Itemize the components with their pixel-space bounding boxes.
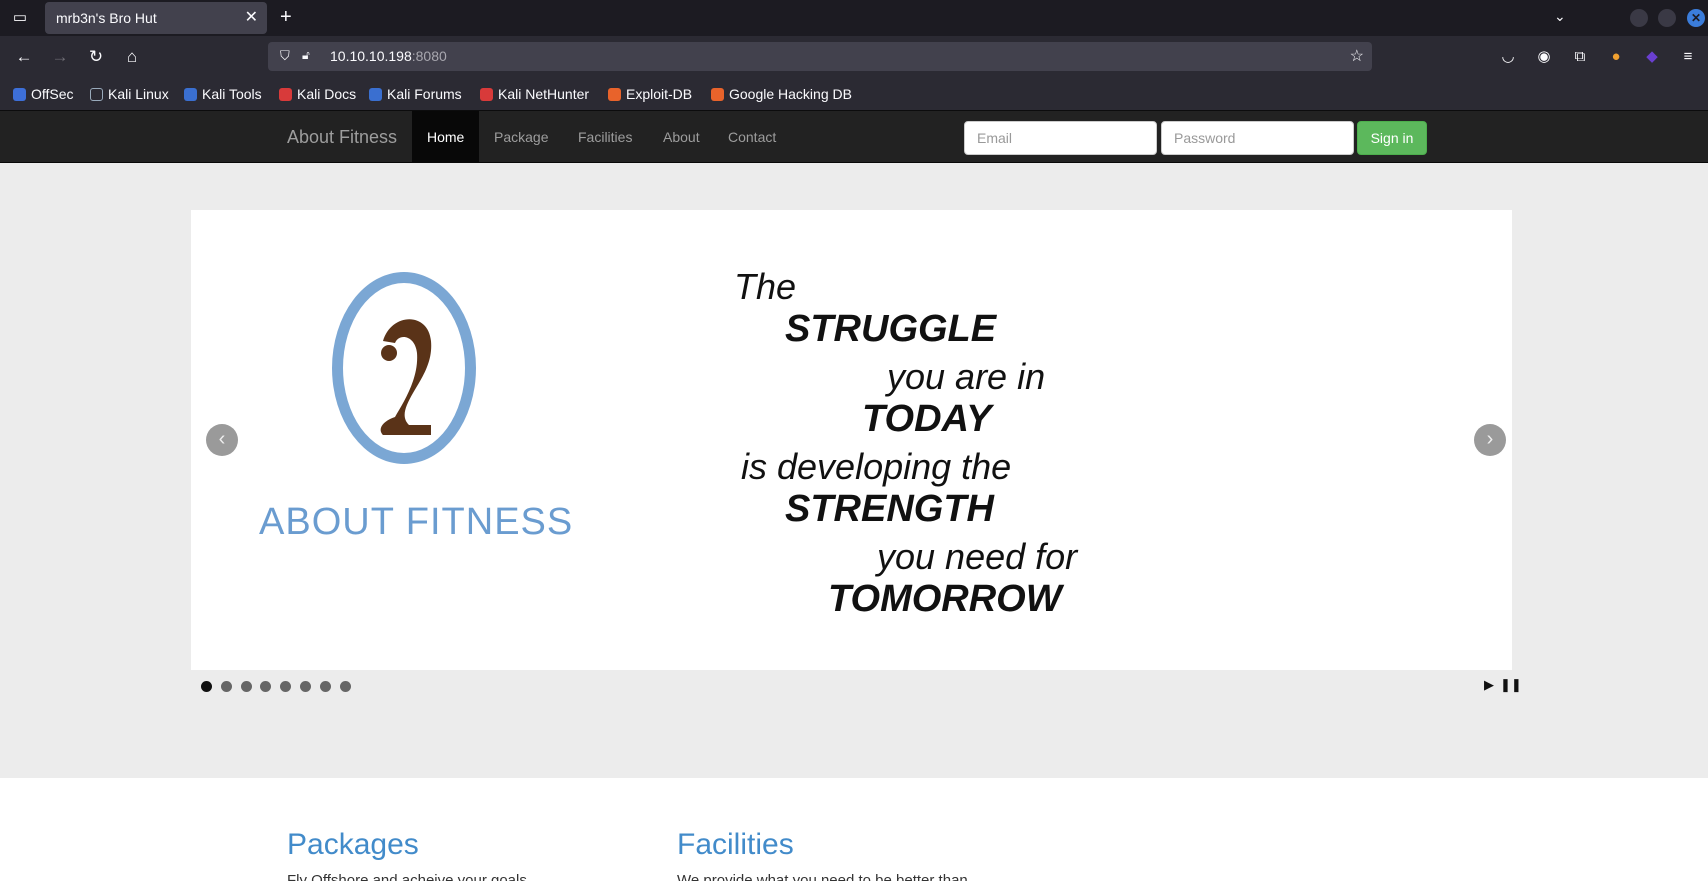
extension-gem-icon[interactable]: ◆ [1641, 46, 1663, 68]
bookmark-kali-nethunter[interactable]: Kali NetHunter [480, 86, 589, 102]
kali-docs-icon [279, 88, 292, 101]
bookmark-kali-forums[interactable]: Kali Forums [369, 86, 462, 102]
site-navbar: About Fitness Home Package Facilities Ab… [0, 111, 1708, 163]
bookmark-kali-docs[interactable]: Kali Docs [279, 86, 356, 102]
prev-slide-button[interactable]: ‹ [206, 424, 238, 456]
quote-line: STRENGTH [785, 488, 994, 530]
nav-facilities[interactable]: Facilities [563, 111, 647, 163]
bookmark-kali-linux[interactable]: Kali Linux [90, 86, 169, 102]
logo-text: ABOUT FITNESS [259, 501, 574, 543]
extension-fox-icon[interactable]: ● [1605, 46, 1627, 68]
bookmark-exploit-db[interactable]: Exploit-DB [608, 86, 692, 102]
menu-icon[interactable]: ≡ [1677, 46, 1699, 68]
site-brand[interactable]: About Fitness [287, 127, 397, 148]
tab-title: mrb3n's Bro Hut [56, 10, 157, 26]
facilities-text: We provide what you need to be better th… [677, 872, 968, 881]
slide-indicator[interactable] [320, 681, 331, 692]
sign-in-button[interactable]: Sign in [1357, 121, 1427, 155]
nav-home[interactable]: Home [412, 111, 480, 163]
account-icon[interactable]: ◉ [1533, 46, 1555, 68]
quote-line: TODAY [862, 398, 992, 440]
slide-indicator[interactable] [280, 681, 291, 692]
window-close-button[interactable]: ✕ [1687, 9, 1705, 27]
browser-tab-bar: ▭ mrb3n's Bro Hut ✕ + ⌄ ✕ [0, 0, 1708, 36]
offsec-icon [13, 88, 26, 101]
tab-list-icon[interactable]: ▭ [10, 8, 30, 28]
quote-line: TOMORROW [828, 578, 1062, 620]
url-host: 10.10.10.198 [330, 48, 412, 64]
reload-icon[interactable]: ↻ [84, 45, 108, 69]
play-icon[interactable]: ▶ [1484, 677, 1494, 693]
email-input[interactable] [964, 121, 1157, 155]
password-input[interactable] [1161, 121, 1354, 155]
ghdb-icon [711, 88, 724, 101]
nav-package[interactable]: Package [479, 111, 563, 163]
quote-line: you need for [877, 536, 1078, 577]
url-text: 10.10.10.198:8080 [330, 48, 447, 64]
packages-heading: Packages [287, 828, 419, 861]
maximize-button[interactable] [1658, 9, 1676, 27]
slide-indicator[interactable] [260, 681, 271, 692]
bookmarks-toolbar: OffSec Kali Linux Kali Tools Kali Docs K… [0, 78, 1708, 111]
quote-line: STRUGGLE [785, 308, 997, 350]
nav-about[interactable]: About [648, 111, 715, 163]
nethunter-icon [480, 88, 493, 101]
slide-indicator[interactable] [221, 681, 232, 692]
packages-text: Fly Offshore and acheive your goals. [287, 872, 532, 881]
facilities-heading: Facilities [677, 828, 794, 861]
quote-line: you are in [887, 356, 1046, 397]
image-slider: ABOUT FITNESS The STRUGGLE you are in TO… [191, 210, 1512, 670]
about-fitness-logo-icon [332, 272, 476, 464]
kali-icon [90, 88, 103, 101]
star-icon[interactable]: ☆ [1350, 46, 1364, 66]
plus-icon[interactable]: + [280, 6, 292, 28]
pocket-icon[interactable]: ◡ [1497, 46, 1519, 68]
browser-tab[interactable]: mrb3n's Bro Hut ✕ [45, 2, 267, 34]
nav-contact[interactable]: Contact [713, 111, 791, 163]
content-section: Packages Fly Offshore and acheive your g… [0, 778, 1708, 881]
minimize-button[interactable] [1630, 9, 1648, 27]
kali-tools-icon [184, 88, 197, 101]
lock-icon[interactable]: 🔓︎ [302, 48, 310, 63]
yoga-figure-icon [380, 319, 432, 435]
slide-indicator[interactable] [201, 681, 212, 692]
slide-indicator[interactable] [300, 681, 311, 692]
home-icon[interactable]: ⌂ [120, 45, 144, 69]
quote-line: is developing the [741, 446, 1012, 487]
pause-icon[interactable]: ❚❚ [1500, 677, 1522, 693]
quote-line: The [734, 266, 797, 307]
bookmark-google-hacking-db[interactable]: Google Hacking DB [711, 86, 852, 102]
bookmark-offsec[interactable]: OffSec [13, 86, 74, 102]
forward-icon[interactable]: → [48, 45, 72, 69]
slide-indicator[interactable] [340, 681, 351, 692]
extensions-icon[interactable]: ⧉ [1569, 46, 1591, 68]
url-bar[interactable]: ⛉ 🔓︎ 10.10.10.198:8080 ☆ [268, 42, 1372, 71]
bookmark-kali-tools[interactable]: Kali Tools [184, 86, 262, 102]
next-slide-button[interactable]: › [1474, 424, 1506, 456]
exploit-db-icon [608, 88, 621, 101]
chevron-down-icon[interactable]: ⌄ [1554, 8, 1566, 25]
url-port: :8080 [411, 48, 447, 64]
back-icon[interactable]: ← [12, 45, 36, 69]
kali-forums-icon [369, 88, 382, 101]
close-icon[interactable]: ✕ [245, 8, 258, 28]
slide-indicator[interactable] [241, 681, 252, 692]
browser-toolbar: ← → ↻ ⌂ ⛉ 🔓︎ 10.10.10.198:8080 ☆ ◡ ◉ ⧉ ●… [0, 36, 1708, 78]
shield-icon[interactable]: ⛉ [280, 48, 290, 64]
